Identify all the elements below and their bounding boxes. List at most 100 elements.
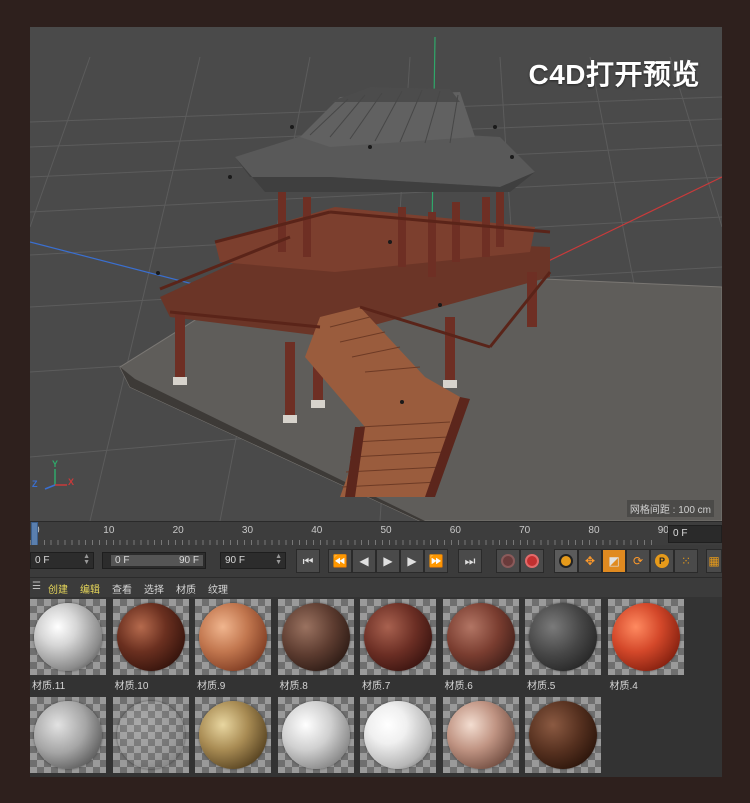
material-thumbnail[interactable]: 材质.7: [360, 599, 436, 692]
3d-viewport[interactable]: Y Z X C4D打开预览 网格间距 : 100 cm: [30, 27, 722, 521]
ruler-tick-label: 80: [588, 525, 600, 536]
ruler-tick-label: 60: [449, 525, 461, 536]
material-thumbnail[interactable]: [112, 697, 189, 777]
menu-view[interactable]: 查看: [112, 581, 132, 596]
key-selection-button[interactable]: [554, 549, 578, 573]
skip-start-icon: ⏮: [302, 553, 314, 568]
checker-background: [525, 697, 601, 773]
checker-background: [525, 599, 601, 675]
transport-bar: 0 F ▲ ▼ 0 F 90 F 90 F ▲ ▼ ⏮ ⏪ ◀ ▶ ▶ ⏩ ⏭ ✥ …: [30, 545, 722, 577]
material-preview-sphere: [199, 701, 267, 769]
material-thumbnail[interactable]: 材质.9: [195, 599, 271, 692]
spinner-icon[interactable]: ▲ ▼: [83, 553, 90, 566]
material-thumbnail[interactable]: 材质.8: [277, 599, 354, 692]
material-label: 材质.11: [32, 681, 66, 692]
ruler-tick-label: 10: [103, 525, 115, 536]
step-back-icon: ◀: [359, 554, 369, 568]
go-to-end-button[interactable]: ⏭: [458, 549, 482, 573]
move-key-button[interactable]: ✥: [578, 549, 602, 573]
material-thumbnail[interactable]: 材质.5: [525, 599, 601, 692]
material-thumbnail[interactable]: [360, 697, 436, 777]
record-icon: [501, 554, 515, 568]
param-key-button[interactable]: P: [650, 549, 674, 573]
timeline-playhead[interactable]: [31, 522, 38, 546]
grid-dots-icon: ⁙: [680, 554, 692, 568]
go-to-start-button[interactable]: ⏮: [296, 549, 320, 573]
menu-material[interactable]: 材质: [176, 581, 196, 596]
material-label: 材质.9: [197, 681, 226, 692]
material-preview-sphere: [34, 701, 102, 769]
material-preview-sphere: [281, 603, 350, 671]
checker-background: [112, 599, 189, 675]
more-button[interactable]: ▦: [706, 549, 722, 573]
material-preview-sphere: [116, 701, 185, 769]
grid-spacing-label: 网格间距 : 100 cm: [626, 500, 714, 517]
material-thumbnail[interactable]: [442, 697, 519, 777]
material-thumbnail[interactable]: 材质.11: [30, 599, 106, 692]
checker-background: [277, 599, 354, 675]
frame-range-slider[interactable]: 0 F 90 F: [102, 552, 206, 569]
point-level-button[interactable]: ⁙: [674, 549, 698, 573]
material-thumbnail[interactable]: 材质.10: [112, 599, 189, 692]
current-frame-field[interactable]: 0 F: [668, 525, 722, 543]
menu-create[interactable]: 创建: [48, 581, 68, 596]
checker-background: [112, 697, 189, 773]
checker-background: [30, 697, 106, 773]
auto-key-icon: [525, 554, 539, 568]
rotate-icon: ⟳: [632, 554, 644, 568]
checker-background: [30, 599, 106, 675]
material-preview-sphere: [529, 603, 597, 671]
material-thumbnail[interactable]: 材质.6: [442, 599, 519, 692]
menu-select[interactable]: 选择: [144, 581, 164, 596]
material-preview-sphere: [446, 603, 515, 671]
material-label: 材质.6: [444, 681, 473, 692]
move-icon: ✥: [584, 554, 596, 568]
material-label: 材质.8: [279, 681, 308, 692]
prev-key-icon: ⏪: [332, 554, 348, 568]
keyframe-selection-icon: [559, 554, 573, 568]
menu-texture[interactable]: 纹理: [208, 581, 228, 596]
material-preview-sphere: [611, 603, 680, 671]
spinner-icon[interactable]: ▲ ▼: [275, 553, 282, 566]
ruler-tick-label: 50: [380, 525, 392, 536]
axis-gizmo: [44, 469, 67, 490]
param-icon: P: [655, 554, 669, 568]
material-label: 材质.10: [114, 681, 149, 692]
scale-key-button[interactable]: ◩: [602, 549, 626, 573]
checker-background: [277, 697, 354, 773]
range-start-value: 0 F: [115, 555, 130, 566]
c4d-app-window: Y Z X C4D打开预览 网格间距 : 100 cm 010203040506…: [30, 27, 722, 777]
material-thumbnail[interactable]: [525, 697, 601, 777]
ruler-tick-label: 40: [311, 525, 323, 536]
material-preview-sphere: [281, 701, 350, 769]
next-frame-button[interactable]: ▶: [400, 549, 424, 573]
checker-background: [607, 599, 684, 675]
next-key-icon: ⏩: [428, 554, 444, 568]
end-frame-field[interactable]: 90 F ▲ ▼: [220, 552, 286, 569]
rotate-key-button[interactable]: ⟳: [626, 549, 650, 573]
ruler-tick-label: 70: [519, 525, 531, 536]
material-preview-sphere: [364, 701, 432, 769]
material-thumbnail[interactable]: [195, 697, 271, 777]
auto-key-button[interactable]: [520, 549, 544, 573]
prev-key-button[interactable]: ⏪: [328, 549, 352, 573]
menu-edit[interactable]: 编辑: [80, 581, 100, 596]
range-end-value: 90 F: [178, 555, 199, 566]
material-thumbnail[interactable]: 材质.4: [607, 599, 684, 692]
material-preview-sphere: [529, 701, 597, 769]
menu-icon[interactable]: ☰: [32, 581, 41, 592]
play-button[interactable]: ▶: [376, 549, 400, 573]
skip-end-icon: ⏭: [464, 553, 476, 568]
ruler-tick-label: 30: [241, 525, 254, 536]
next-key-button[interactable]: ⏩: [424, 549, 448, 573]
timeline-ruler[interactable]: 0102030405060708090 0 F: [30, 521, 722, 546]
record-button[interactable]: [496, 549, 520, 573]
material-thumbnail[interactable]: [277, 697, 354, 777]
start-frame-field[interactable]: 0 F ▲ ▼: [30, 552, 94, 569]
material-label: 材质.7: [362, 681, 391, 692]
material-thumbnail[interactable]: [30, 697, 106, 777]
axis-label-x: X: [68, 477, 75, 487]
axis-label-z: Z: [32, 479, 38, 489]
prev-frame-button[interactable]: ◀: [352, 549, 376, 573]
image-frame: Y Z X C4D打开预览 网格间距 : 100 cm 010203040506…: [0, 0, 750, 803]
